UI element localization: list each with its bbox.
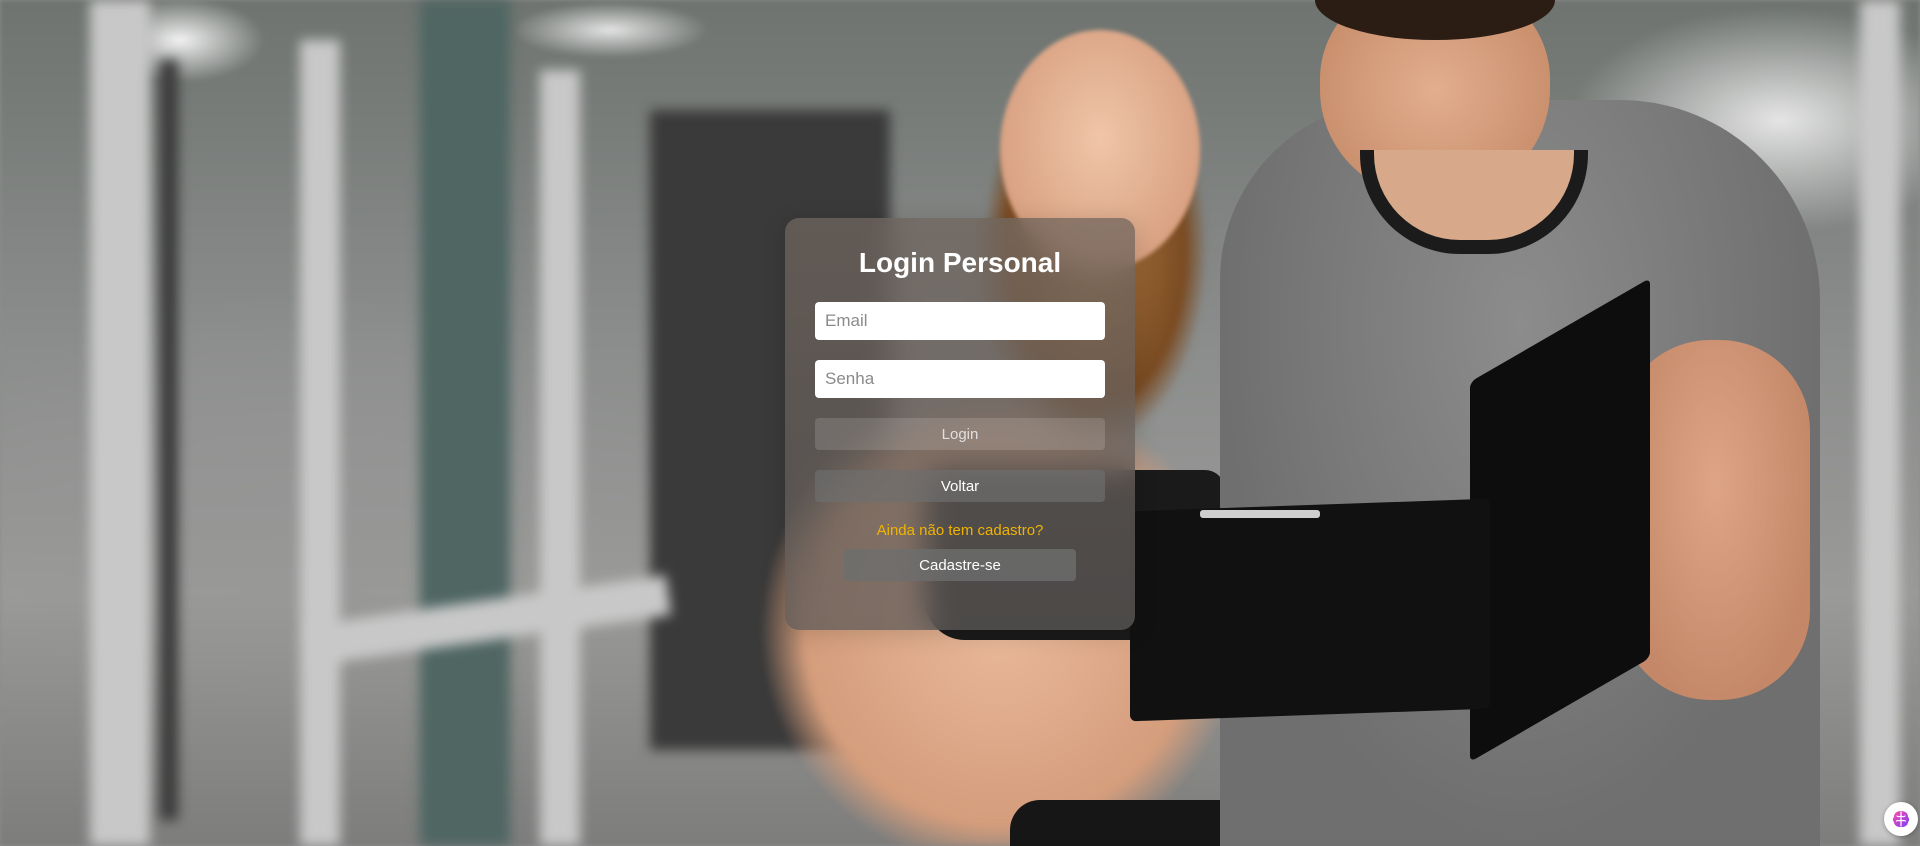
background-pillar [1860, 0, 1900, 846]
email-field[interactable] [815, 302, 1105, 340]
signup-prompt: Ainda não tem cadastro? [876, 522, 1044, 539]
back-button[interactable]: Voltar [815, 470, 1105, 502]
clipboard [1130, 498, 1490, 722]
clipboard-clip [1200, 510, 1320, 518]
login-page: Login Personal Login Voltar Ainda não te… [0, 0, 1920, 846]
page-title: Login Personal [858, 247, 1062, 278]
login-card: Login Personal Login Voltar Ainda não te… [785, 218, 1135, 630]
password-field[interactable] [815, 360, 1105, 398]
background-pillar [160, 60, 178, 820]
login-button[interactable]: Login [815, 418, 1105, 450]
background-pillar [90, 0, 150, 846]
background-pillar [540, 70, 580, 846]
background-pillar [420, 0, 510, 846]
signup-button[interactable]: Cadastre-se [844, 549, 1076, 581]
extension-badge[interactable] [1884, 802, 1918, 836]
login-form: Login Personal Login Voltar Ainda não te… [815, 246, 1105, 581]
background-pillar [300, 40, 340, 846]
brain-icon [1892, 811, 1910, 827]
